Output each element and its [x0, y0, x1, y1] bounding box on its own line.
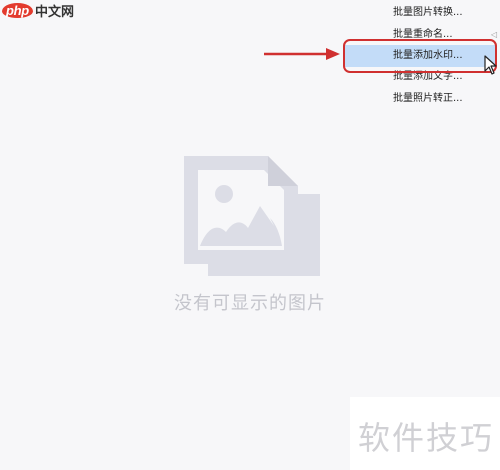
menu-item-batch-straighten[interactable]: 批量照片转正...	[345, 88, 497, 110]
menu-item-label: 批量照片转正...	[393, 93, 463, 104]
annotation-arrow-icon	[264, 48, 340, 60]
php-cn-logo: php 中文网	[2, 0, 74, 20]
no-image-placeholder-icon	[184, 156, 320, 276]
watermark-panel: 软件技巧	[350, 397, 500, 470]
annotation-highlight-box	[343, 39, 497, 73]
logo-site-name: 中文网	[34, 4, 74, 20]
logo-php-badge: php	[2, 2, 33, 18]
empty-state-text: 没有可显示的图片	[174, 293, 326, 314]
menu-item-label: 批量图片转换...	[393, 7, 463, 18]
mouse-cursor-icon	[484, 55, 497, 75]
watermark-text: 软件技巧	[358, 419, 495, 457]
menu-item-batch-convert[interactable]: 批量图片转换...	[345, 2, 497, 24]
